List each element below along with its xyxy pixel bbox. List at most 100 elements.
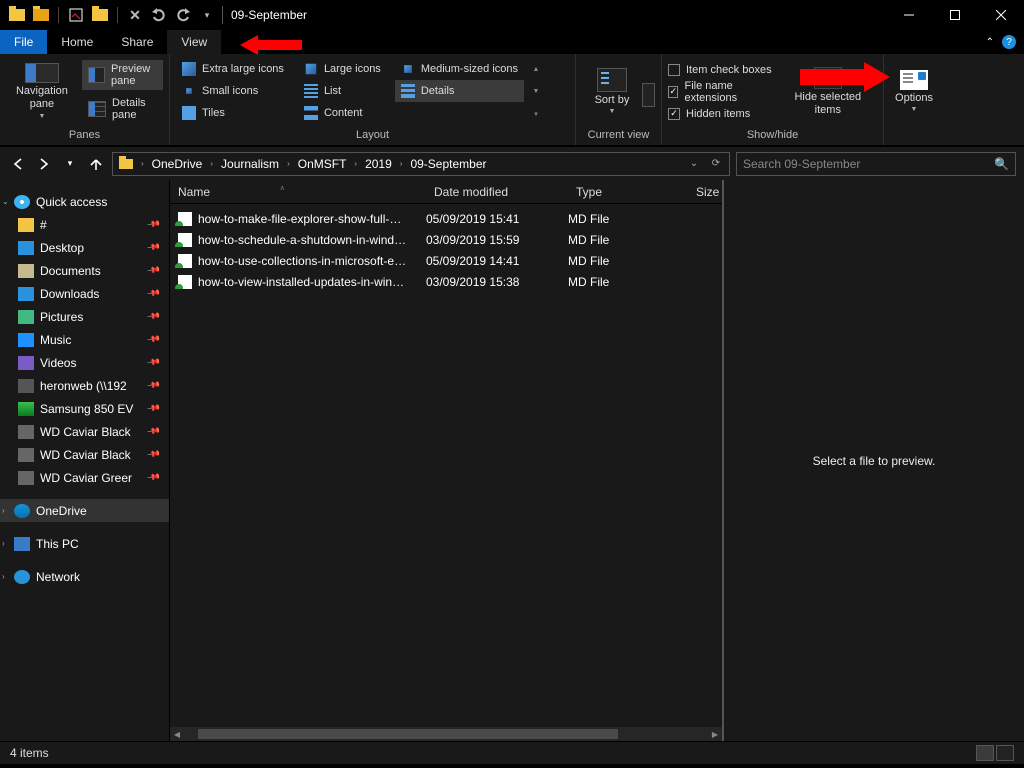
preview-pane: Select a file to preview. (722, 180, 1024, 741)
back-button[interactable] (8, 154, 28, 174)
nav-item-drive[interactable]: WD Caviar Greer📌 (0, 466, 169, 489)
documents-icon (18, 264, 34, 278)
horizontal-scrollbar[interactable]: ◀ ▶ (170, 727, 722, 741)
col-type[interactable]: Type (568, 185, 688, 199)
breadcrumb-current[interactable]: 09-September (406, 157, 490, 171)
nav-item-videos[interactable]: Videos📌 (0, 351, 169, 374)
qat-customize-chevron-icon[interactable]: ▾ (198, 6, 216, 24)
up-button[interactable] (86, 154, 106, 174)
nav-item-pictures[interactable]: Pictures📌 (0, 305, 169, 328)
qat-delete-icon[interactable]: ✕ (126, 6, 144, 24)
col-date-modified[interactable]: Date modified (426, 185, 568, 199)
nav-onedrive[interactable]: ›OneDrive (0, 499, 169, 522)
nav-item-documents[interactable]: Documents📌 (0, 259, 169, 282)
nav-item-downloads[interactable]: Downloads📌 (0, 282, 169, 305)
nav-item-desktop[interactable]: Desktop📌 (0, 236, 169, 259)
nav-network[interactable]: ›Network (0, 565, 169, 588)
nav-item[interactable]: #📌 (0, 213, 169, 236)
nav-item-drive[interactable]: Samsung 850 EV📌 (0, 397, 169, 420)
forward-button[interactable] (34, 154, 54, 174)
breadcrumb-onedrive[interactable]: OneDrive (148, 157, 207, 171)
address-folder-icon (119, 159, 133, 169)
chevron-right-icon[interactable]: › (396, 159, 407, 168)
pictures-icon (18, 310, 34, 324)
layout-list[interactable]: List (298, 80, 387, 102)
qat-properties-icon[interactable] (67, 6, 85, 24)
col-size[interactable]: Size (688, 185, 722, 199)
options-button[interactable]: Options ▼ (884, 68, 944, 116)
layout-extra-large-icons[interactable]: Extra large icons (176, 58, 290, 80)
hidden-items-toggle[interactable]: ✓Hidden items (668, 104, 773, 124)
tab-home[interactable]: Home (47, 30, 107, 54)
sort-by-button[interactable]: Sort by ▼ (582, 66, 642, 118)
sort-by-label: Sort by (595, 94, 630, 107)
chevron-right-icon[interactable]: › (137, 159, 148, 168)
tab-file[interactable]: File (0, 30, 47, 54)
collapse-ribbon-icon[interactable]: ⌃ (986, 37, 994, 48)
checkbox-checked-icon: ✓ (668, 86, 678, 98)
pin-icon: 📌 (146, 240, 161, 255)
md-file-icon (178, 275, 192, 289)
breadcrumb-onmsft[interactable]: OnMSFT (294, 157, 351, 171)
address-bar[interactable]: › OneDrive › Journalism › OnMSFT › 2019 … (112, 152, 730, 176)
hide-selected-items-button[interactable]: Hide selected items (779, 58, 877, 125)
file-list[interactable]: how-to-make-file-explorer-show-full-pa..… (170, 204, 722, 741)
options-icon (900, 70, 928, 90)
chevron-right-icon[interactable]: › (206, 159, 217, 168)
details-pane-button[interactable]: Details pane (82, 94, 163, 124)
chevron-right-icon: › (2, 506, 5, 515)
help-icon[interactable]: ? (1002, 35, 1016, 49)
address-dropdown-icon[interactable]: ⌄ (683, 158, 705, 169)
layout-details[interactable]: Details (395, 80, 524, 102)
tab-share[interactable]: Share (107, 30, 167, 54)
nav-item-music[interactable]: Music📌 (0, 328, 169, 351)
file-name-extensions-toggle[interactable]: ✓File name extensions (668, 82, 773, 102)
breadcrumb-2019[interactable]: 2019 (361, 157, 396, 171)
breadcrumb-journalism[interactable]: Journalism (217, 157, 283, 171)
layout-large-icons[interactable]: Large icons (298, 58, 387, 80)
search-input[interactable]: Search 09-September 🔍 (736, 152, 1016, 176)
qat-undo-icon[interactable] (150, 6, 168, 24)
layout-medium-icons[interactable]: Medium-sized icons (395, 58, 524, 80)
col-name[interactable]: Name˄ (170, 185, 426, 199)
file-row[interactable]: how-to-schedule-a-shutdown-in-windo...03… (170, 229, 722, 250)
chevron-right-icon[interactable]: › (283, 159, 294, 168)
view-details-toggle-icon[interactable] (976, 745, 994, 761)
layout-tiles[interactable]: Tiles (176, 102, 290, 124)
recent-locations-button[interactable]: ▾ (60, 154, 80, 174)
nav-item-drive[interactable]: WD Caviar Black📌 (0, 420, 169, 443)
layout-small-icons[interactable]: Small icons (176, 80, 290, 102)
close-button[interactable] (978, 0, 1024, 30)
nav-quick-access[interactable]: ⌄Quick access (0, 190, 169, 213)
navigation-pane-button[interactable]: Navigation pane ▼ (6, 58, 78, 125)
preview-pane-button[interactable]: Preview pane (82, 60, 163, 90)
file-row[interactable]: how-to-view-installed-updates-in-windo..… (170, 271, 722, 292)
minimize-button[interactable] (886, 0, 932, 30)
file-row[interactable]: how-to-use-collections-in-microsoft-ed..… (170, 250, 722, 271)
nav-this-pc[interactable]: ›This PC (0, 532, 169, 555)
qat-separator-icon (117, 7, 118, 23)
music-icon (18, 333, 34, 347)
qat-new-folder-icon[interactable] (32, 6, 50, 24)
item-check-boxes-toggle[interactable]: Item check boxes (668, 60, 773, 80)
checkbox-checked-icon: ✓ (668, 108, 680, 120)
pin-icon: 📌 (146, 378, 161, 393)
pin-icon: 📌 (146, 263, 161, 278)
refresh-icon[interactable]: ⟳ (705, 158, 727, 169)
scroll-left-icon[interactable]: ◀ (170, 730, 184, 739)
layout-scroll[interactable]: ▲▼▾ (528, 58, 544, 125)
scroll-right-icon[interactable]: ▶ (708, 730, 722, 739)
file-row[interactable]: how-to-make-file-explorer-show-full-pa..… (170, 208, 722, 229)
nav-item-drive[interactable]: WD Caviar Black📌 (0, 443, 169, 466)
qat-new-item-icon[interactable] (91, 6, 109, 24)
maximize-button[interactable] (932, 0, 978, 30)
nav-item-network-drive[interactable]: heronweb (\\192📌 (0, 374, 169, 397)
layout-content[interactable]: Content (298, 102, 387, 124)
downloads-icon (18, 287, 34, 301)
tab-view[interactable]: View (167, 30, 221, 54)
scroll-thumb[interactable] (198, 729, 618, 739)
view-large-toggle-icon[interactable] (996, 745, 1014, 761)
chevron-right-icon[interactable]: › (350, 159, 361, 168)
qat-redo-icon[interactable] (174, 6, 192, 24)
columns-icon[interactable] (642, 83, 655, 107)
